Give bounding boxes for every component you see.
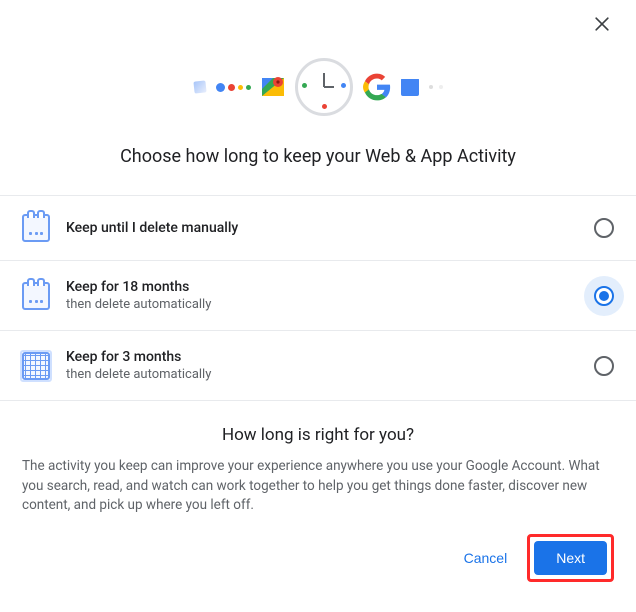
- maps-icon: [261, 75, 285, 99]
- footer-text: The activity you keep can improve your e…: [22, 457, 614, 516]
- option-sublabel: then delete automatically: [66, 367, 594, 382]
- clock-icon: [295, 58, 353, 116]
- option-sublabel: then delete automatically: [66, 297, 594, 312]
- calendar-small-icon: [401, 78, 419, 96]
- next-button[interactable]: Next: [534, 541, 607, 575]
- radio-button[interactable]: [594, 356, 614, 376]
- radio-button[interactable]: [594, 286, 614, 306]
- next-highlight: Next: [527, 534, 614, 582]
- dialog-actions: Cancel Next: [0, 516, 636, 582]
- tag-icon: [193, 80, 206, 93]
- radio-button[interactable]: [594, 218, 614, 238]
- assistant-icon: [216, 83, 251, 92]
- google-g-icon: [363, 73, 391, 101]
- calendar-icon: [22, 214, 62, 242]
- option-label: Keep for 3 months: [66, 349, 594, 365]
- option-keep-18-months[interactable]: Keep for 18 months then delete automatic…: [0, 261, 636, 331]
- close-icon[interactable]: [592, 14, 616, 38]
- page-title: Choose how long to keep your Web & App A…: [0, 136, 636, 195]
- more-icon: [429, 80, 443, 94]
- footer: How long is right for you? The activity …: [0, 401, 636, 516]
- option-label: Keep for 18 months: [66, 279, 594, 295]
- footer-title: How long is right for you?: [22, 425, 614, 445]
- retention-options: Keep until I delete manually Keep for 18…: [0, 195, 636, 401]
- calendar-icon: [22, 282, 62, 310]
- option-keep-3-months[interactable]: Keep for 3 months then delete automatica…: [0, 331, 636, 401]
- option-label: Keep until I delete manually: [66, 220, 594, 236]
- cancel-button[interactable]: Cancel: [450, 542, 522, 574]
- hero-illustration: [0, 0, 636, 136]
- option-keep-manual[interactable]: Keep until I delete manually: [0, 196, 636, 261]
- calendar-grid-icon: [22, 352, 62, 380]
